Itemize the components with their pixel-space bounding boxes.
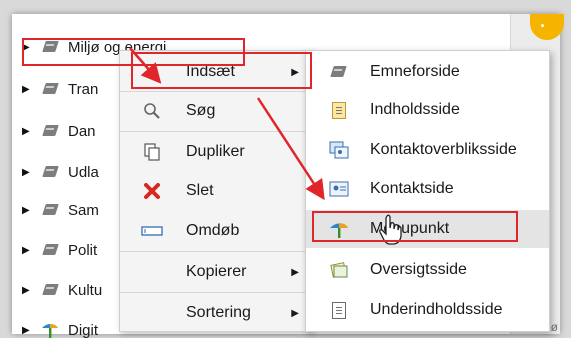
annotation-arrows xyxy=(129,47,325,201)
